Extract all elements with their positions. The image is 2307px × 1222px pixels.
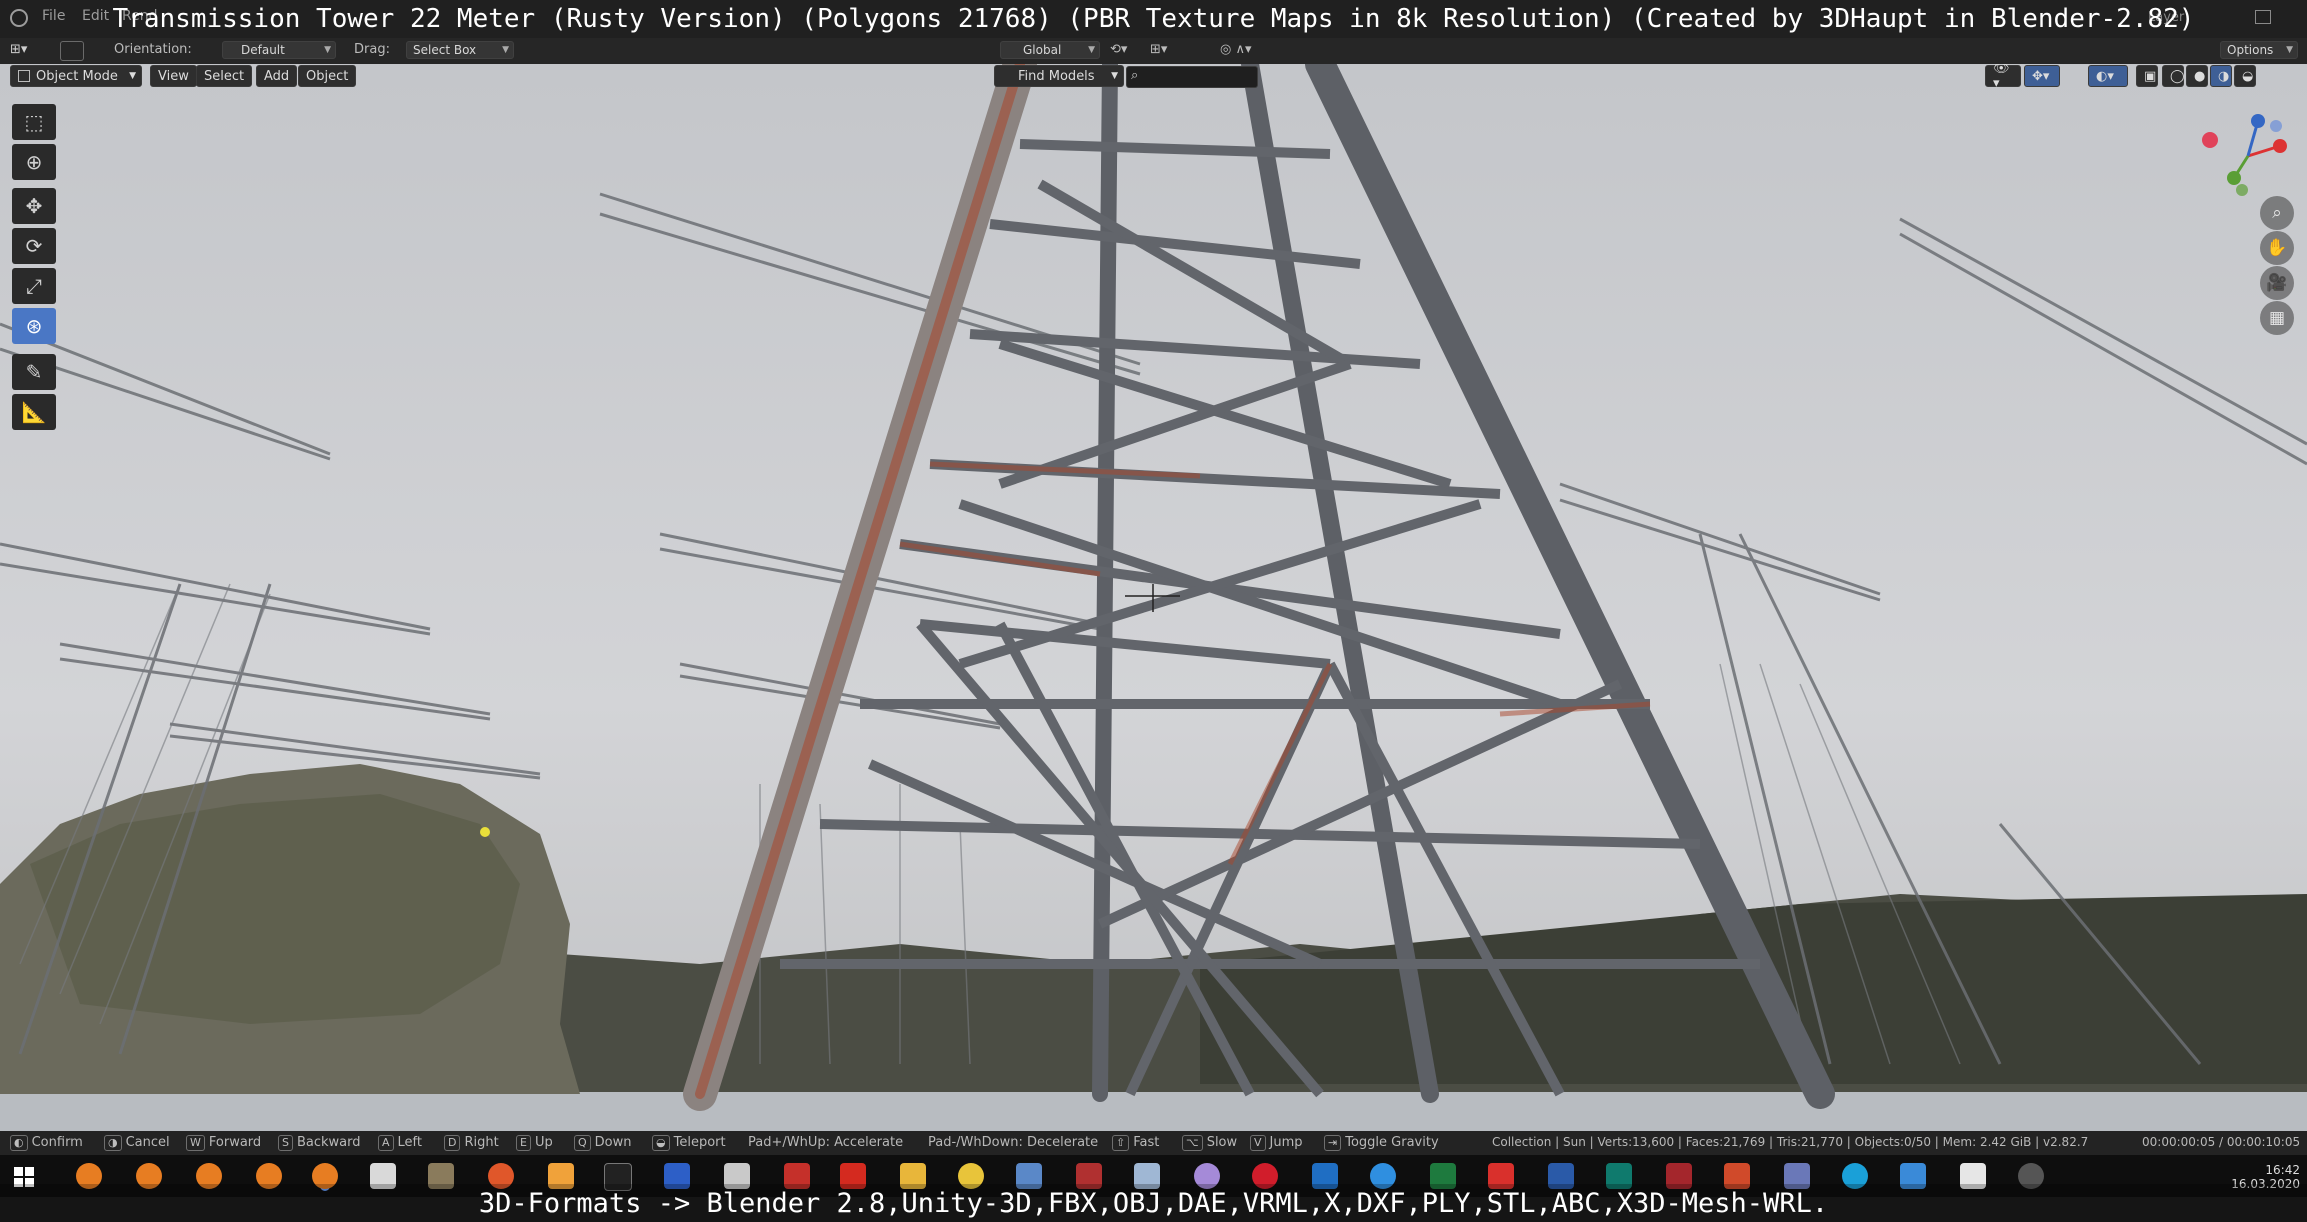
menu-add[interactable]: Add <box>256 65 298 87</box>
object-mode-label: Object Mode <box>36 68 118 84</box>
key-a: A <box>378 1135 394 1151</box>
find-models-label: Find Models <box>1018 68 1095 84</box>
find-models-dropdown[interactable]: Find Models ▼ <box>994 65 1124 87</box>
editor-type-icon[interactable]: ⊞▾ <box>10 42 27 57</box>
key-q: Q <box>574 1135 591 1151</box>
chevron-down-icon: ▼ <box>2286 45 2293 55</box>
material-shading-icon[interactable]: ◑ <box>2210 65 2232 87</box>
gizmo-icon[interactable]: ✥▾ <box>2024 65 2060 87</box>
video-caption: 3D-Formats -> Blender 2.8,Unity-3D,FBX,O… <box>0 1184 2307 1222</box>
alt-key-icon: ⌥ <box>1182 1135 1203 1151</box>
camera-icon[interactable]: 🎥 <box>2260 266 2294 300</box>
transform-orientation-dropdown[interactable]: Global ▼ <box>1000 41 1100 59</box>
orientation-value: Default <box>241 43 285 57</box>
orientation-dropdown[interactable]: Default ▼ <box>222 41 336 59</box>
3d-viewport[interactable]: Object Mode ▼ View Select Add Object Fin… <box>0 64 2307 1131</box>
up-label: Up <box>534 1135 553 1150</box>
backward-label: Backward <box>296 1135 361 1150</box>
key-s: S <box>278 1135 293 1151</box>
chevron-down-icon: ▼ <box>502 45 509 55</box>
search-icon: ⌕ <box>1131 68 1139 83</box>
wireframe-shading-icon[interactable]: ◯ <box>2162 65 2185 87</box>
chevron-down-icon: ▼ <box>129 71 136 81</box>
mouse-icon: ◒ <box>652 1135 670 1151</box>
mouse-icon: ◐ <box>10 1135 28 1151</box>
chevron-down-icon: ▼ <box>1111 71 1118 81</box>
transform-value: Global <box>1023 43 1062 57</box>
options-label: Options <box>2227 43 2274 57</box>
scene-render <box>0 64 2307 1131</box>
slow-label: Slow <box>1206 1135 1238 1150</box>
down-label: Down <box>594 1135 632 1150</box>
accelerate-label: Pad+/WhUp: Accelerate <box>748 1135 904 1150</box>
annotate-icon[interactable]: ✎ <box>12 354 56 390</box>
select-box-icon[interactable]: ⬚ <box>12 104 56 140</box>
key-e: E <box>516 1135 531 1151</box>
light-marker <box>480 827 490 837</box>
measure-icon[interactable]: 📐 <box>12 394 56 430</box>
solid-shading-icon[interactable]: ● <box>2186 65 2208 87</box>
rotate-icon[interactable]: ⟳ <box>12 228 56 264</box>
key-d: D <box>444 1135 461 1151</box>
confirm-label: Confirm <box>31 1135 83 1150</box>
proportional-edit-icon[interactable]: ◎ ∧▾ <box>1220 42 1252 57</box>
zoom-icon[interactable]: ⌕ <box>2260 196 2294 230</box>
shading-buttons: ◯ ● ◑ ◒ <box>2162 65 2256 87</box>
overlays-icon[interactable]: ◐▾ <box>2088 65 2128 87</box>
tool-settings-header: ⊞▾ Orientation: Default ▼ Drag: Select Bo… <box>0 38 2307 64</box>
chevron-down-icon: ▼ <box>1088 45 1095 55</box>
mouse-icon: ◑ <box>104 1135 122 1151</box>
transform-icon[interactable]: ⊛ <box>12 308 56 344</box>
visibility-icon[interactable]: 👁▾ <box>1985 64 2021 91</box>
object-mode-dropdown[interactable]: Object Mode ▼ <box>10 65 142 87</box>
object-mode-icon <box>18 70 30 82</box>
snap-icon[interactable]: ⊞▾ <box>1150 42 1167 57</box>
menu-object[interactable]: Object <box>298 65 357 87</box>
water-plane <box>0 1092 2307 1131</box>
jump-label: Jump <box>1269 1135 1303 1150</box>
forward-label: Forward <box>208 1135 262 1150</box>
grid-icon[interactable]: ▦ <box>2260 301 2294 335</box>
video-title: Transmission Tower 22 Meter (Rusty Versi… <box>112 4 2195 34</box>
xray-icon[interactable]: ▣ <box>2136 65 2158 87</box>
shift-key-icon: ⇧ <box>1112 1135 1130 1151</box>
scene-stats: Collection | Sun | Verts:13,600 | Faces:… <box>1492 1135 2089 1149</box>
search-input[interactable]: ⌕ <box>1126 66 1258 88</box>
playback-timer: 00:00:00:05 / 00:00:10:05 <box>2142 1135 2301 1149</box>
menu-select[interactable]: Select <box>196 65 253 87</box>
drag-label: Drag: <box>354 42 390 57</box>
pan-hand-icon[interactable]: ✋ <box>2260 231 2294 265</box>
right-label: Right <box>464 1135 499 1150</box>
cursor-icon[interactable]: ⊕ <box>12 144 56 180</box>
teleport-label: Teleport <box>673 1135 726 1150</box>
tab-key-icon: ⇥ <box>1324 1135 1342 1151</box>
options-dropdown[interactable]: Options ▼ <box>2220 41 2298 59</box>
move-icon[interactable]: ✥ <box>12 188 56 224</box>
drag-dropdown[interactable]: Select Box ▼ <box>406 41 514 59</box>
axis-gizmo[interactable] <box>2198 106 2298 206</box>
status-bar: ◐ Confirm ◑ Cancel W Forward S Backward A Lef… <box>0 1131 2307 1155</box>
key-w: W <box>186 1135 205 1151</box>
menu-view[interactable]: View <box>150 65 197 87</box>
clock-time: 16:42 <box>2265 1163 2300 1177</box>
decelerate-label: Pad-/WhDown: Decelerate <box>928 1135 1099 1150</box>
left-label: Left <box>397 1135 422 1150</box>
active-tool-icon[interactable] <box>60 41 84 61</box>
rendered-shading-icon[interactable]: ◒ <box>2234 65 2256 87</box>
key-v: V <box>1250 1135 1266 1151</box>
cancel-label: Cancel <box>125 1135 170 1150</box>
orientation-label: Orientation: <box>114 42 192 57</box>
fast-label: Fast <box>1133 1135 1160 1150</box>
pivot-icon[interactable]: ⟲▾ <box>1110 42 1127 57</box>
drag-value: Select Box <box>413 43 477 57</box>
scale-icon[interactable]: ⤢ <box>12 268 56 304</box>
gravity-label: Toggle Gravity <box>1345 1135 1439 1150</box>
chevron-down-icon: ▼ <box>324 45 331 55</box>
